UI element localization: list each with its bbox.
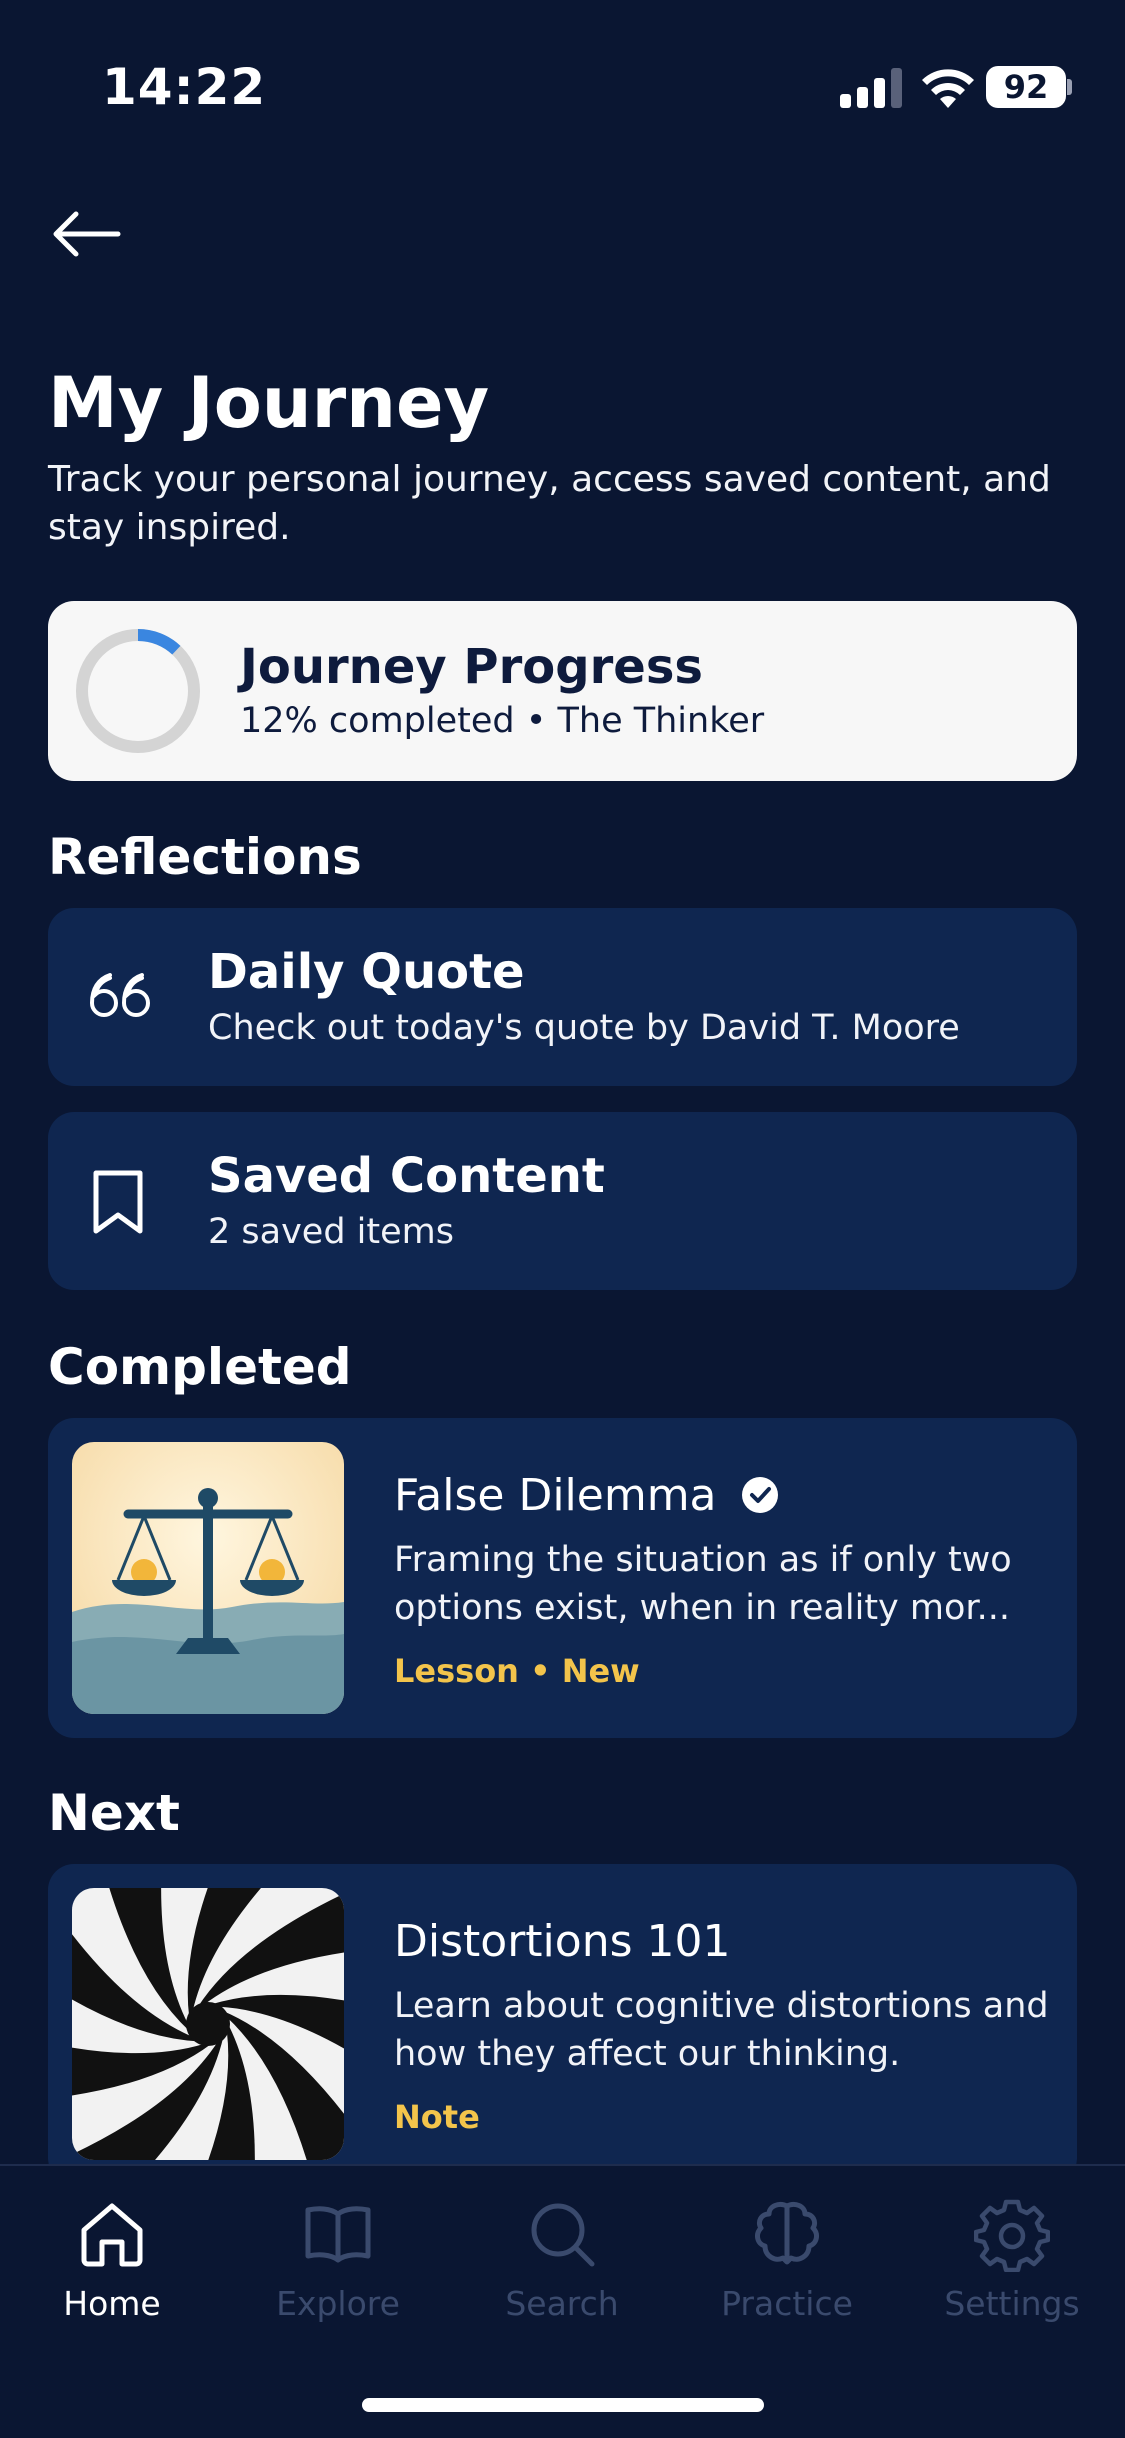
daily-quote-card[interactable]: Daily Quote Check out today's quote by D… [48, 908, 1077, 1086]
saved-content-subtitle: 2 saved items [208, 1212, 454, 1252]
signal-icon [840, 66, 902, 108]
next-note-description: Learn about cognitive distortions and ho… [394, 1986, 1049, 2074]
tab-settings-label: Settings [944, 2284, 1080, 2323]
scales-icon [72, 1442, 344, 1714]
tab-explore[interactable]: Explore [248, 2196, 428, 2336]
bookmark-icon [93, 1170, 143, 1234]
tab-practice[interactable]: Practice [697, 2196, 877, 2336]
quote-icon [89, 973, 150, 1017]
tab-settings[interactable]: Settings [922, 2196, 1102, 2336]
section-title-reflections: Reflections [48, 828, 362, 886]
spiral-101-image [72, 1888, 344, 2160]
next-note-card[interactable]: Distortions 101 Learn about cognitive di… [48, 1864, 1077, 2184]
tab-explore-label: Explore [276, 2284, 400, 2323]
tab-home-label: Home [63, 2284, 161, 2323]
search-icon [531, 2203, 595, 2267]
wifi-icon [922, 69, 974, 108]
progress-title: Journey Progress [240, 639, 703, 695]
tab-home[interactable]: Home [22, 2196, 202, 2336]
daily-quote-subtitle: Check out today's quote by David T. Moor… [208, 1008, 960, 1048]
check-circle-icon [741, 1477, 778, 1513]
tab-practice-label: Practice [721, 2284, 853, 2323]
home-indicator [362, 2398, 764, 2412]
next-note-title: Distortions 101 [394, 1916, 731, 1967]
completed-lesson-title: False Dilemma [394, 1470, 779, 1521]
completed-lesson-card[interactable]: False Dilemma Framing the situation as i… [48, 1418, 1077, 1738]
brain-icon [755, 2201, 819, 2265]
progress-ring [76, 629, 200, 753]
daily-quote-title: Daily Quote [208, 944, 525, 1000]
next-note-meta: Note [394, 2098, 480, 2136]
completed-lesson-description: Framing the situation as if only two opt… [394, 1540, 1012, 1628]
page-subtitle: Track your personal journey, access save… [48, 459, 1051, 548]
tab-search[interactable]: Search [472, 2196, 652, 2336]
journey-progress-card[interactable]: Journey Progress 12% completed • The Thi… [48, 601, 1077, 781]
completed-lesson-meta: Lesson • New [394, 1652, 640, 1690]
section-title-next: Next [48, 1784, 180, 1842]
tab-search-label: Search [505, 2284, 619, 2323]
saved-content-title: Saved Content [208, 1148, 605, 1204]
progress-subtitle: 12% completed • The Thinker [240, 701, 765, 741]
home-icon [81, 2203, 143, 2267]
page-title: My Journey [48, 362, 490, 444]
bottom-tab-bar: Home Explore Search Practice Settings [0, 2164, 1125, 2438]
back-arrow-icon[interactable] [48, 206, 122, 262]
battery-tip [1067, 79, 1072, 95]
section-title-completed: Completed [48, 1338, 352, 1396]
battery-indicator: 92 [986, 66, 1066, 108]
saved-content-card[interactable]: Saved Content 2 saved items [48, 1112, 1077, 1290]
gear-icon [974, 2199, 1050, 2272]
completed-lesson-title-text: False Dilemma [394, 1470, 717, 1521]
status-time: 14:22 [102, 58, 267, 116]
book-icon [305, 2206, 371, 2263]
